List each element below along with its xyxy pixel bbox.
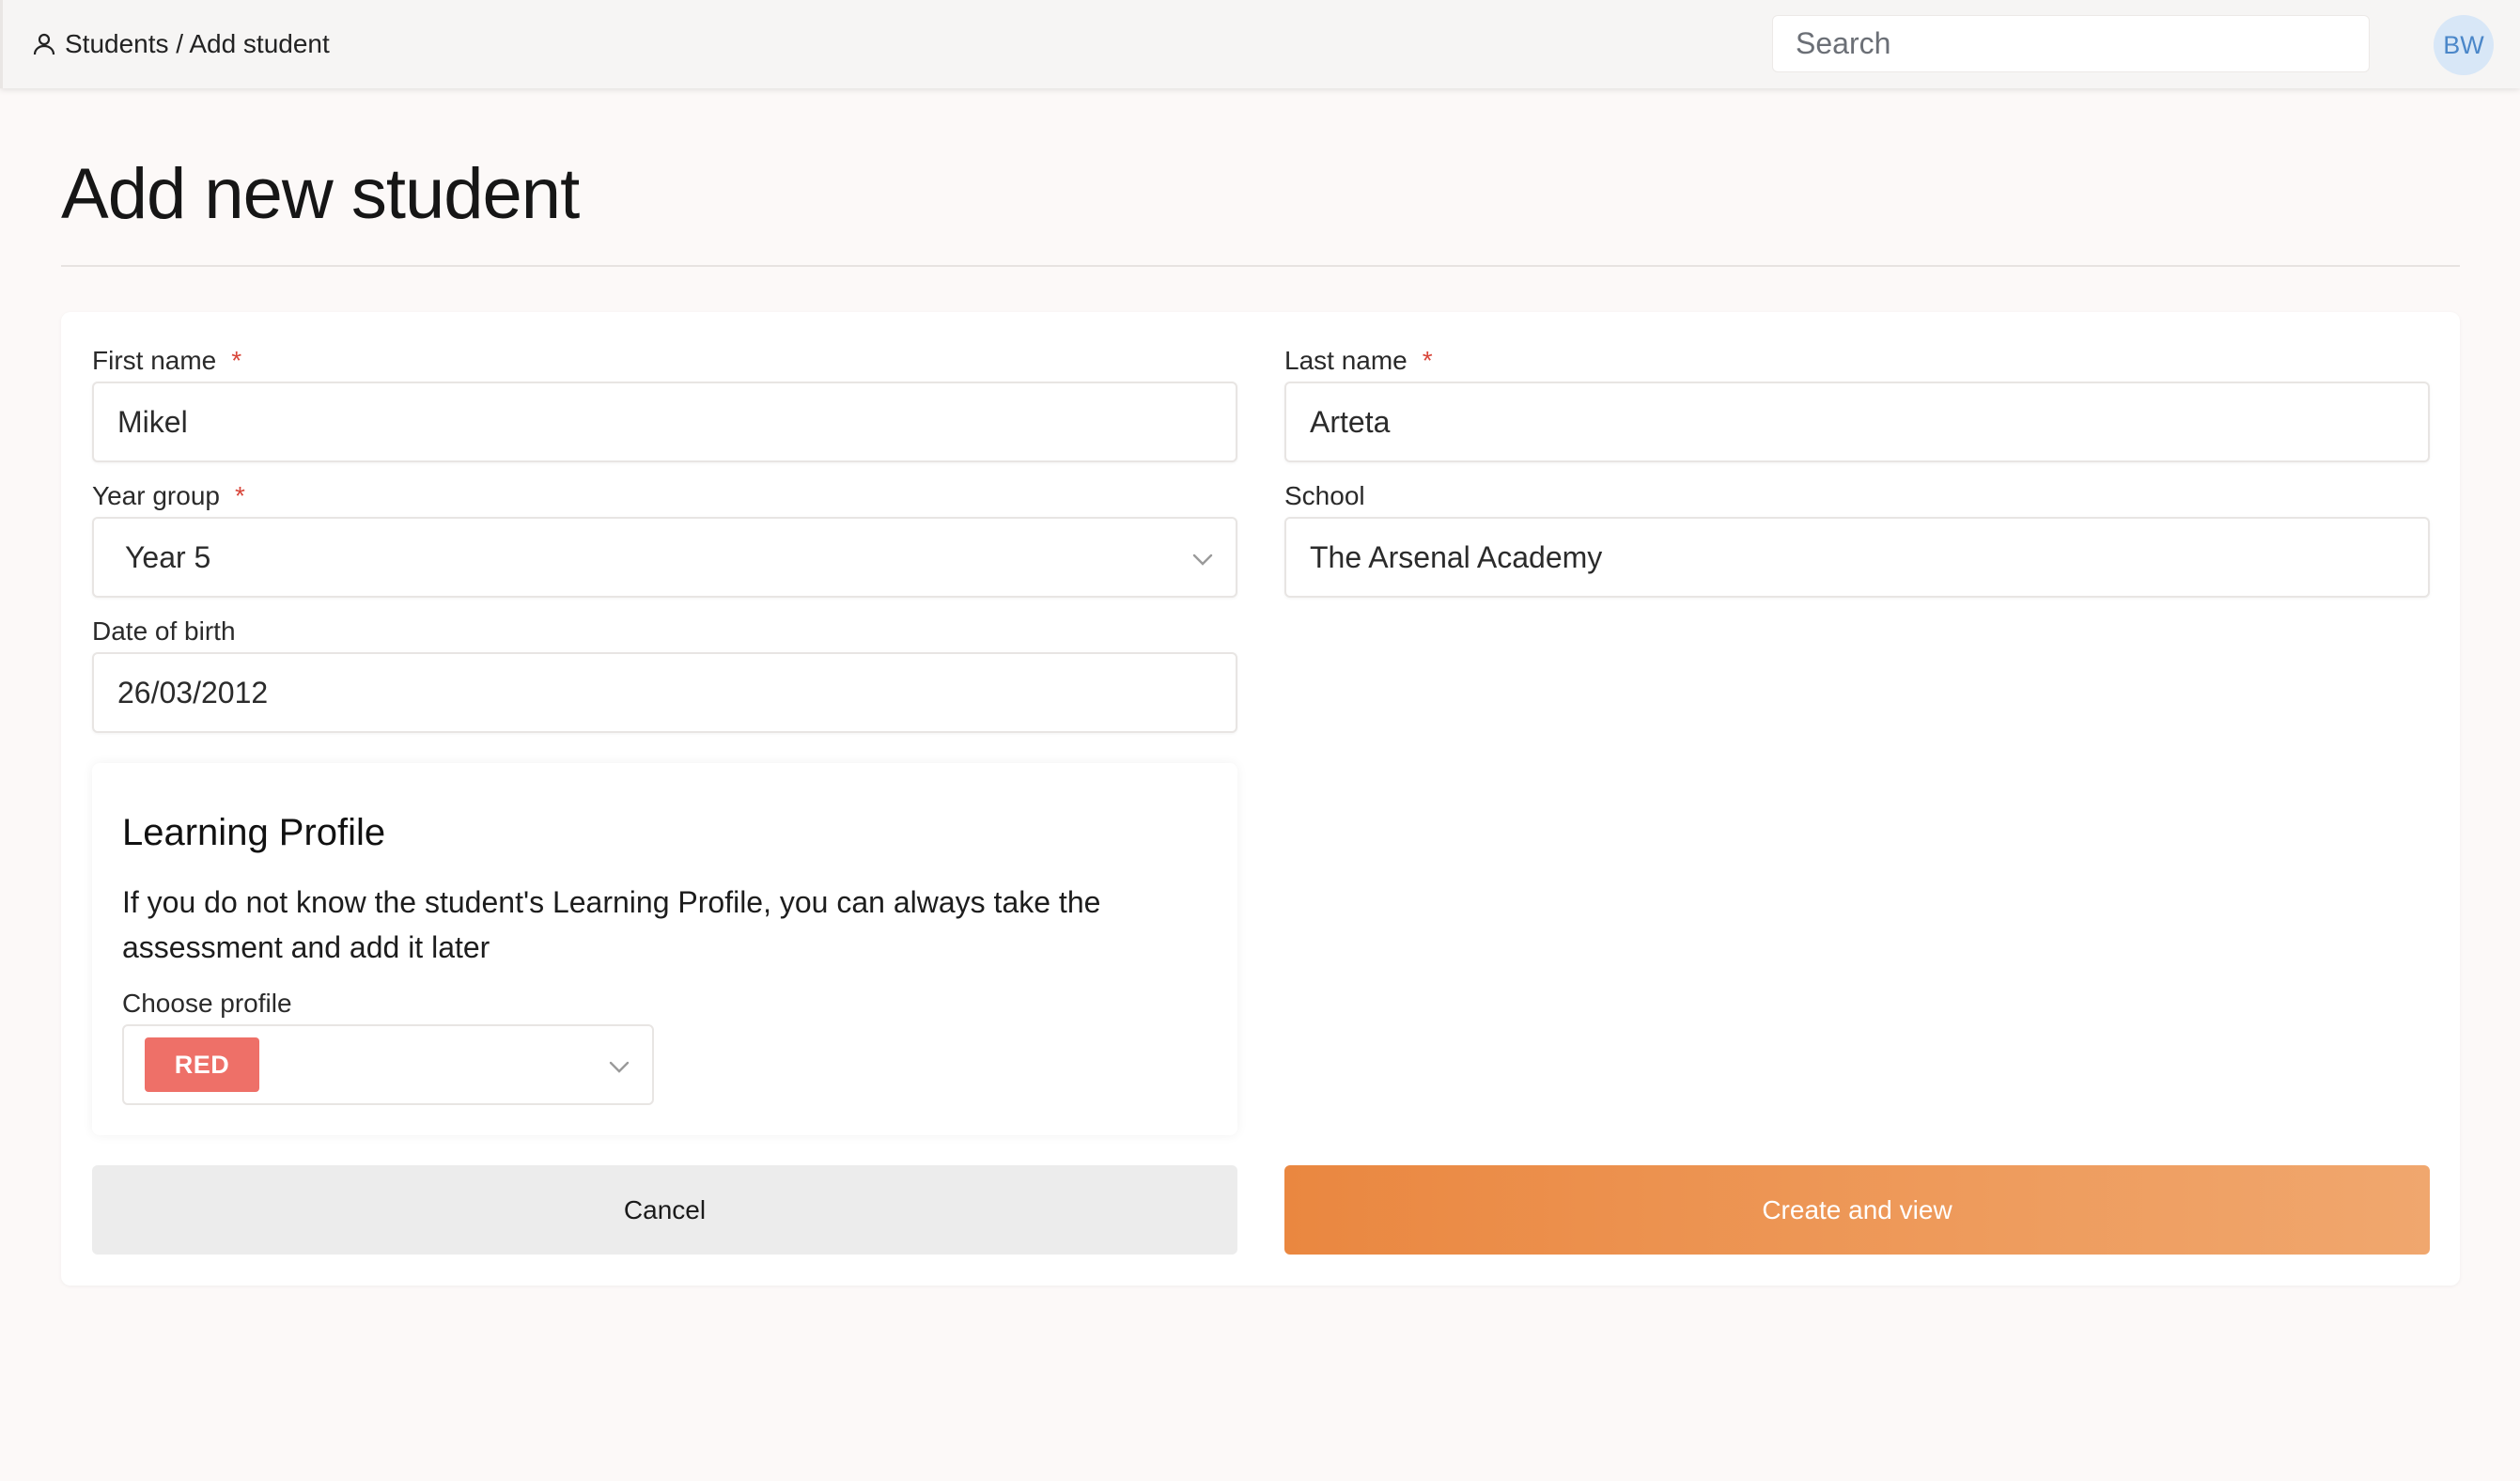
first-name-label: First name *: [92, 346, 241, 376]
school-field[interactable]: The Arsenal Academy: [1284, 517, 2430, 598]
dob-value: 26/03/2012: [117, 675, 269, 709]
school-label-text: School: [1284, 481, 1365, 510]
learning-profile-description: If you do not know the student's Learnin…: [122, 885, 1101, 964]
first-name-label-text: First name: [92, 346, 217, 375]
profile-select[interactable]: RED: [122, 1024, 654, 1105]
avatar[interactable]: BW: [2434, 15, 2494, 75]
chevron-down-icon: [1192, 553, 1213, 566]
last-name-label-text: Last name: [1284, 346, 1408, 375]
year-group-label-text: Year group: [92, 481, 220, 510]
learning-profile-title: Learning Profile: [122, 812, 386, 853]
required-mark: *: [231, 346, 242, 375]
first-name-field[interactable]: Mikel: [92, 382, 1237, 462]
breadcrumb[interactable]: Students / Add student: [33, 26, 330, 62]
required-mark: *: [234, 481, 245, 510]
school-label: School: [1284, 481, 1365, 511]
page-title: Add new student: [61, 154, 580, 234]
year-group-value: Year 5: [125, 539, 211, 574]
cancel-button[interactable]: Cancel: [92, 1165, 1237, 1255]
required-mark: *: [1422, 346, 1433, 375]
first-name-value: Mikel: [117, 404, 188, 439]
chevron-down-icon: [609, 1061, 630, 1073]
last-name-value: Arteta: [1310, 404, 1391, 439]
dob-field[interactable]: 26/03/2012: [92, 652, 1237, 733]
top-bar: Students / Add student BW: [0, 0, 2520, 88]
year-group-select[interactable]: Year 5: [92, 517, 1237, 598]
user-icon: [33, 32, 55, 56]
profile-badge: RED: [145, 1037, 259, 1092]
last-name-label: Last name *: [1284, 346, 1433, 376]
breadcrumb-text[interactable]: Students / Add student: [65, 29, 330, 59]
dob-label: Date of birth: [92, 616, 236, 647]
search-input[interactable]: [1772, 15, 2370, 72]
choose-profile-label: Choose profile: [122, 989, 292, 1018]
school-value: The Arsenal Academy: [1310, 539, 1603, 574]
dob-label-text: Date of birth: [92, 616, 236, 646]
learning-profile-card: Learning Profile If you do not know the …: [92, 763, 1237, 1135]
year-group-label: Year group *: [92, 481, 245, 511]
create-and-view-button[interactable]: Create and view: [1284, 1165, 2430, 1255]
last-name-field[interactable]: Arteta: [1284, 382, 2430, 462]
title-divider: [61, 265, 2460, 267]
